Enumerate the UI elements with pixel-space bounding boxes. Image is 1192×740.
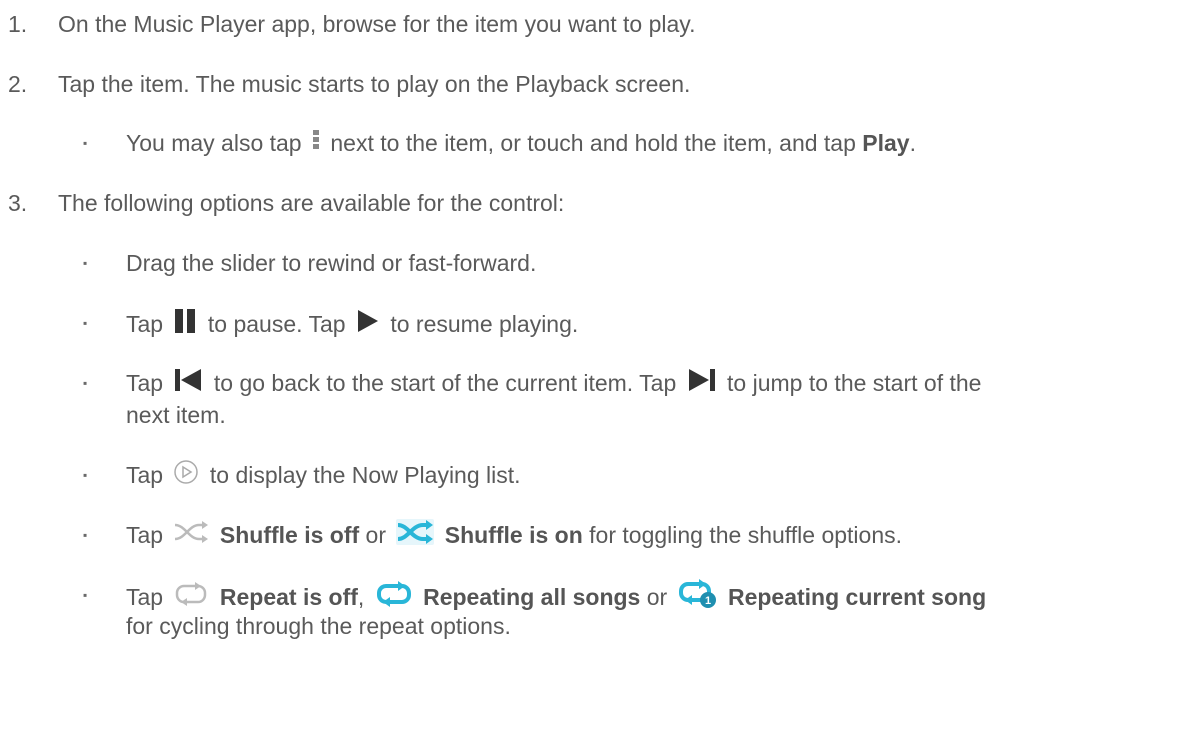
step-number: 3. — [8, 190, 28, 216]
shuffle-on-icon — [396, 519, 435, 551]
repeat-current-icon: 1 — [678, 579, 718, 615]
shuffle-off-icon — [173, 520, 209, 550]
step-text: Tap the item. The music starts to play o… — [58, 71, 691, 97]
repeat-off-icon — [173, 581, 209, 613]
repeat-current-label: Repeating current song — [727, 584, 987, 611]
next-icon — [687, 367, 717, 399]
play-icon — [356, 308, 380, 340]
pause-icon — [173, 307, 197, 341]
step-number: 1. — [8, 11, 28, 37]
bullet-marker: ▪ — [83, 136, 88, 150]
bullet-text: Drag the slider to rewind or fast-forwar… — [126, 250, 537, 276]
bullet-marker: ▪ — [83, 316, 88, 330]
menu-icon — [312, 128, 320, 158]
bullet-text: next item. — [126, 402, 226, 428]
step-number: 2. — [8, 71, 28, 97]
shuffle-off-label: Shuffle is off — [219, 522, 360, 549]
play-label: Play — [862, 130, 910, 156]
bullet-marker: ▪ — [83, 376, 88, 390]
bullet-marker: ▪ — [83, 588, 88, 602]
bullet-text: Tap to go back to the start of the curre… — [126, 369, 981, 401]
repeat-off-label: Repeat is off — [219, 584, 358, 611]
bullet-marker: ▪ — [83, 256, 88, 270]
bullet-marker: ▪ — [83, 468, 88, 482]
repeat-all-icon — [375, 580, 413, 614]
bullet-text: Tap to display the Now Playing list. — [126, 459, 521, 493]
step-text: On the Music Player app, browse for the … — [58, 11, 696, 37]
step-text: The following options are available for … — [58, 190, 565, 216]
bullet-text: for cycling through the repeat options. — [126, 613, 511, 639]
shuffle-on-label: Shuffle is on — [444, 522, 583, 549]
bullet-marker: ▪ — [83, 528, 88, 542]
bullet-text: You may also tap next to the item, or to… — [126, 129, 916, 160]
repeat-all-label: Repeating all songs — [423, 584, 641, 611]
svg-text:1: 1 — [705, 595, 711, 607]
bullet-text: Tap to pause. Tap to resume playing. — [126, 309, 578, 343]
bullet-text: Tap Shuffle is off or Shuffle is on for … — [126, 519, 902, 553]
now-playing-icon — [173, 459, 199, 491]
previous-icon — [173, 367, 203, 399]
